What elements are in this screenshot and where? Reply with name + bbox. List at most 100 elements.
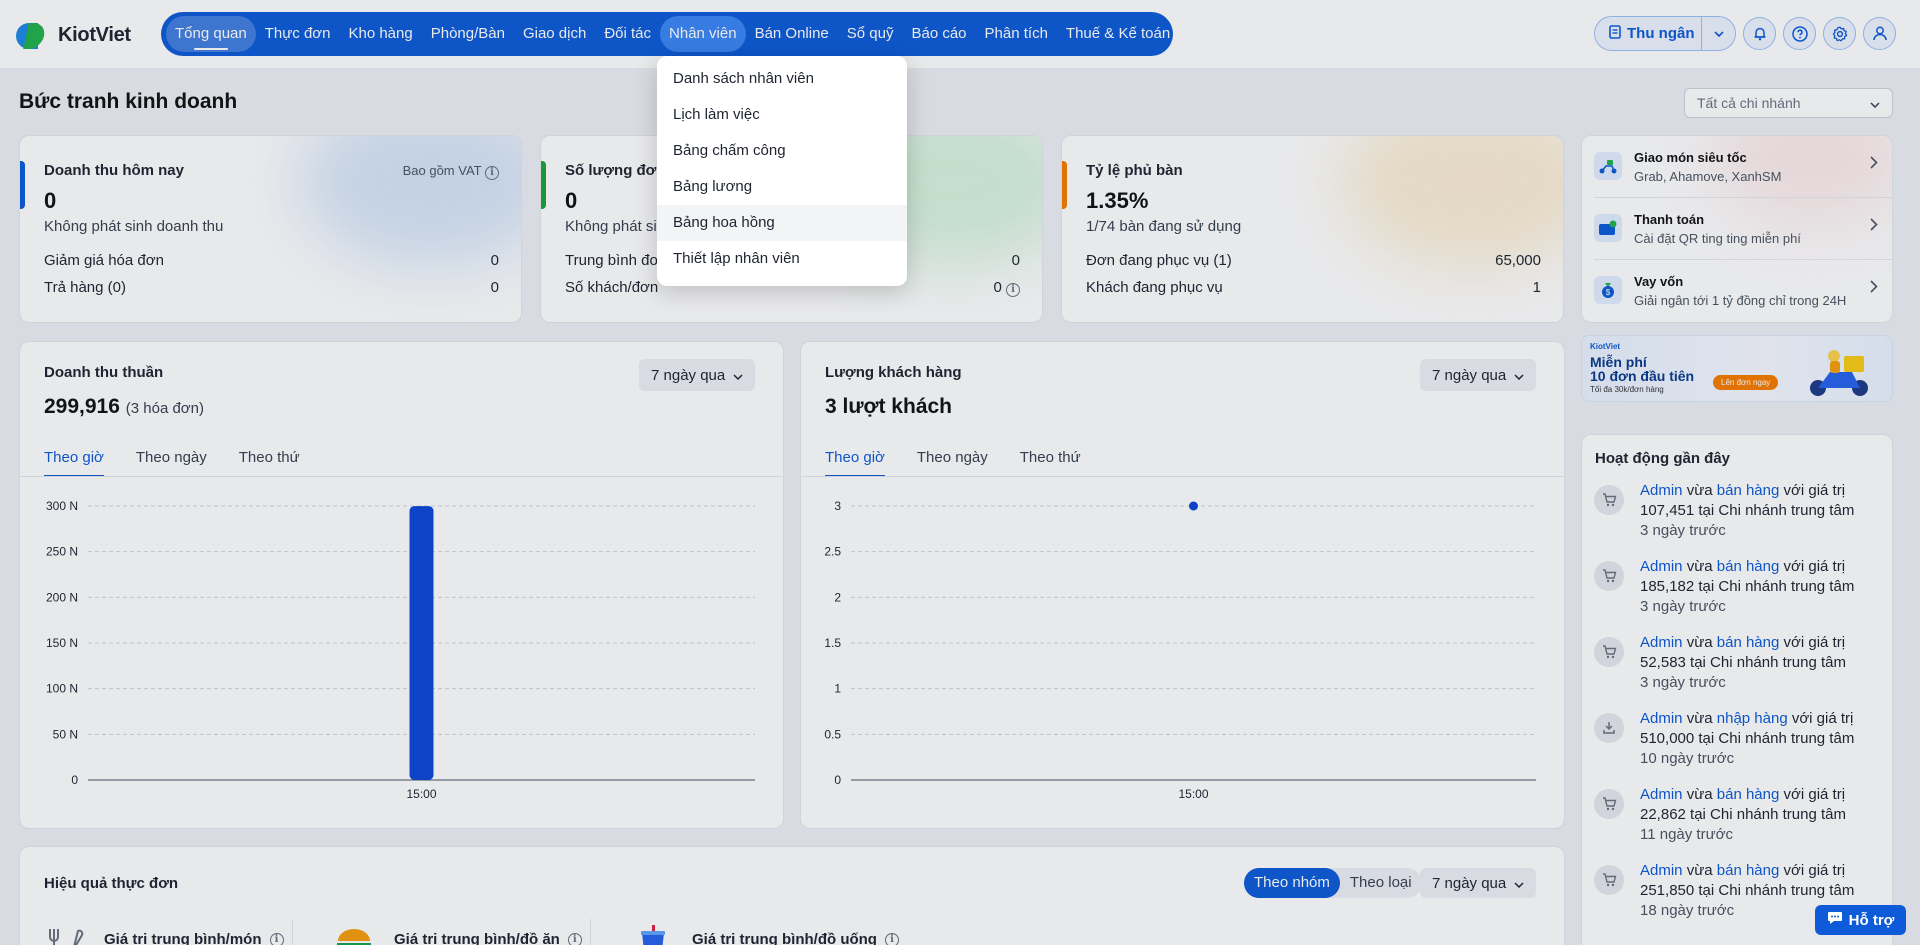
info-icon[interactable]: i (485, 165, 499, 180)
activity-rest: với giá trị (1783, 862, 1846, 879)
y-tick-label: 0.5 (824, 727, 841, 741)
tabs-divider (801, 476, 1564, 477)
info-icon[interactable]: i (567, 932, 582, 945)
activity-action[interactable]: nhập hàng (1717, 710, 1788, 727)
activity-user[interactable]: Admin (1640, 634, 1683, 651)
data-point (1189, 501, 1198, 511)
branch-select-value: Tất cả chi nhánh (1697, 95, 1801, 111)
nav-item-9[interactable]: Báo cáo (902, 16, 975, 52)
gear-icon[interactable] (1823, 17, 1856, 50)
nav-item-7[interactable]: Bán Online (746, 16, 838, 52)
chevron-right-icon (1870, 280, 1878, 298)
nav-item-4[interactable]: Giao dịch (514, 16, 595, 52)
activity-user[interactable]: Admin (1640, 558, 1683, 575)
nav-item-8[interactable]: Sổ quỹ (838, 16, 903, 52)
stat-row-label: Giảm giá hóa đơn (44, 252, 164, 269)
activity-line: Admin vừa bán hàng với giá trị (1640, 633, 1845, 653)
toggle-by-type[interactable]: Theo loại (1340, 868, 1422, 898)
activity-verb: vừa (1686, 482, 1713, 499)
activity-rest: với giá trị (1783, 634, 1846, 651)
activity-detail: 52,583 tại Chi nhánh trung tâm (1640, 654, 1846, 671)
period-select-value: 7 ngày qua (1432, 874, 1507, 892)
activity-item[interactable]: Admin vừa nhập hàng với giá trị 510,000 t… (1594, 709, 1882, 781)
nav-item-6[interactable]: Nhân viên (660, 16, 746, 52)
info-icon[interactable]: i (269, 932, 284, 945)
tab-by-weekday[interactable]: Theo thứ (1020, 449, 1081, 477)
revenue-bar-chart: 0 50 N 100 N 150 N 200 N 250 N 300 N 15:00 (46, 499, 755, 801)
nav-item-1[interactable]: Thực đơn (256, 16, 340, 52)
nav-item-2[interactable]: Kho hàng (339, 16, 421, 52)
menu-performance-card: Hiệu quả thực đơn Theo nhóm Theo loại 7 … (19, 846, 1565, 945)
chevron-down-icon (1514, 367, 1524, 384)
support-button[interactable]: Hỗ trợ (1815, 905, 1906, 935)
revenue-tabs: Theo giờ Theo ngày Theo thứ (44, 449, 300, 477)
promo-item-delivery[interactable]: Giao món siêu tốc Grab, Ahamove, XanhSM (1582, 136, 1892, 197)
dropdown-item-1[interactable]: Lịch làm việc (657, 97, 907, 133)
cashier-button[interactable]: Thu ngân (1594, 16, 1736, 51)
user-icon[interactable] (1863, 17, 1896, 50)
app-logo[interactable]: KiotViet (16, 20, 131, 50)
period-select[interactable]: 7 ngày qua (639, 359, 756, 391)
nav-item-0[interactable]: Tổng quan (166, 16, 256, 52)
activity-item[interactable]: Admin vừa bán hàng với giá trị 107,451 tạ… (1594, 481, 1882, 553)
activity-action[interactable]: bán hàng (1717, 558, 1780, 575)
info-icon[interactable]: i (884, 932, 899, 945)
chevron-down-icon[interactable] (1701, 17, 1735, 50)
branch-select[interactable]: Tất cả chi nhánh (1684, 88, 1893, 118)
activity-item[interactable]: Admin vừa bán hàng với giá trị 185,182 tạ… (1594, 557, 1882, 629)
info-icon[interactable]: i (1006, 282, 1020, 297)
staff-dropdown-menu: Danh sách nhân viên Lịch làm việc Bảng chấ… (657, 56, 907, 286)
activity-line: Admin vừa bán hàng với giá trị (1640, 785, 1845, 805)
cashier-main[interactable]: Thu ngân (1595, 24, 1701, 43)
promo-item-loan[interactable]: $ Vay vốn Giải ngân tới 1 tỷ đồng chỉ tr… (1582, 260, 1892, 321)
dropdown-item-5[interactable]: Thiết lập nhân viên (657, 241, 907, 277)
drink-cup-icon (638, 925, 668, 945)
banner-cta-button[interactable]: Lên đơn ngay (1713, 375, 1779, 390)
activity-item[interactable]: Admin vừa bán hàng với giá trị 22,862 tại… (1594, 785, 1882, 857)
activity-action[interactable]: bán hàng (1717, 862, 1780, 879)
chart-card-title: Doanh thu thuần (44, 364, 164, 381)
menu-perf-title: Hiệu quả thực đơn (44, 875, 179, 892)
cashier-label: Thu ngân (1627, 25, 1695, 42)
activity-time: 3 ngày trước (1640, 522, 1726, 539)
activity-user[interactable]: Admin (1640, 710, 1683, 727)
banner-headline: Miễn phí (1590, 354, 1647, 370)
activity-user[interactable]: Admin (1640, 862, 1683, 879)
tab-by-day[interactable]: Theo ngày (917, 449, 988, 477)
tab-by-hour[interactable]: Theo giờ (825, 449, 885, 477)
activity-user[interactable]: Admin (1640, 786, 1683, 803)
activity-action[interactable]: bán hàng (1717, 634, 1780, 651)
top-bar: KiotViet Tổng quan Thực đơn Kho hàng Phòng/… (0, 0, 1920, 68)
dropdown-item-3[interactable]: Bảng lương (657, 169, 907, 205)
nav-item-11[interactable]: Thuế & Kế toán (1057, 16, 1179, 52)
stat-row-value: 0 (993, 279, 1002, 296)
tab-by-weekday[interactable]: Theo thứ (239, 449, 300, 477)
promo-item-payment[interactable]: Thanh toán Cài đặt QR ting ting miễn phí (1582, 198, 1892, 259)
activity-detail: 251,850 tại Chi nhánh trung tâm (1640, 882, 1855, 899)
help-icon[interactable] (1783, 17, 1816, 50)
activity-action[interactable]: bán hàng (1717, 786, 1780, 803)
card-glow (1343, 136, 1563, 266)
nav-item-10[interactable]: Phân tích (976, 16, 1057, 52)
nav-item-5[interactable]: Đối tác (595, 16, 660, 52)
toggle-by-group[interactable]: Theo nhóm (1244, 868, 1340, 898)
promo-banner[interactable]: KiotViet Miễn phí 10 đơn đầu tiên Tối đa… (1581, 335, 1893, 402)
period-select[interactable]: 7 ngày qua (1420, 359, 1537, 391)
tab-by-day[interactable]: Theo ngày (136, 449, 207, 477)
bell-icon[interactable] (1743, 17, 1776, 50)
dropdown-item-2[interactable]: Bảng chấm công (657, 133, 907, 169)
delivery-scooter-illustration (1810, 350, 1868, 396)
promo-title: Thanh toán (1634, 212, 1705, 227)
customer-value: 3 lượt khách (825, 395, 953, 418)
nav-item-3[interactable]: Phòng/Bàn (422, 16, 514, 52)
activity-action[interactable]: bán hàng (1717, 482, 1780, 499)
activity-detail: 107,451 tại Chi nhánh trung tâm (1640, 502, 1855, 519)
tab-by-hour[interactable]: Theo giờ (44, 449, 104, 477)
activity-user[interactable]: Admin (1640, 482, 1683, 499)
dropdown-item-4[interactable]: Bảng hoa hồng (657, 205, 907, 241)
promo-sub: Cài đặt QR ting ting miễn phí (1634, 231, 1801, 246)
period-select[interactable]: 7 ngày qua (1420, 868, 1537, 898)
activity-line: Admin vừa nhập hàng với giá trị (1640, 709, 1853, 729)
dropdown-item-0[interactable]: Danh sách nhân viên (657, 61, 907, 97)
activity-item[interactable]: Admin vừa bán hàng với giá trị 52,583 tại… (1594, 633, 1882, 705)
